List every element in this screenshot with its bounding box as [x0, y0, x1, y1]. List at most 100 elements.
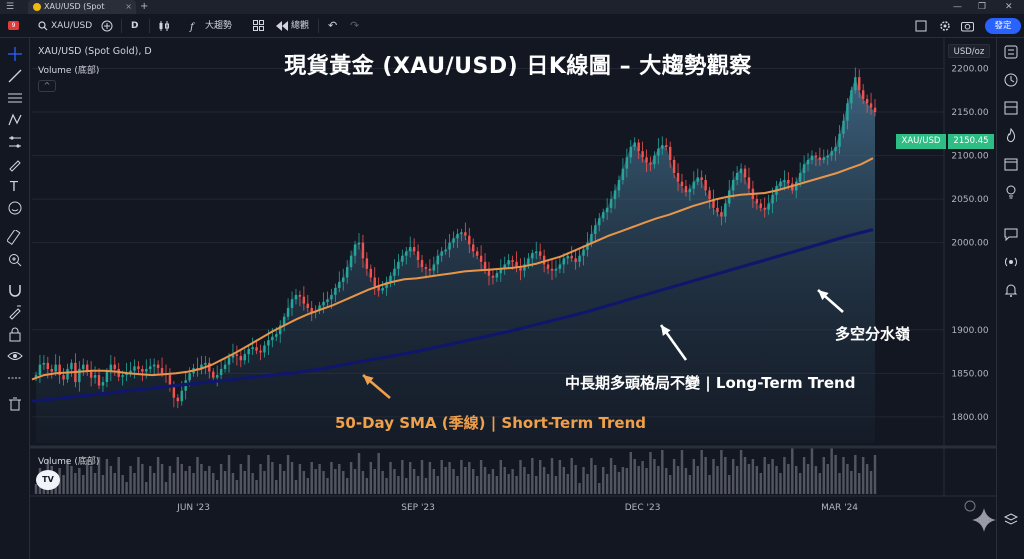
- volume-bar: [318, 464, 321, 494]
- volume-bar: [219, 464, 223, 494]
- indicators-icon[interactable]: ƒ: [189, 20, 201, 32]
- sma50-annotation: 50-Day SMA (季線) | Short-Term Trend: [335, 414, 647, 432]
- volume-bar: [783, 457, 786, 494]
- candle-body: [373, 277, 376, 287]
- chart-title: 現貨黃金 (XAU/USD) 日K線圖 – 大趨勢觀察: [284, 54, 752, 79]
- browser-tab[interactable]: XAU/USD (Spot ×: [28, 0, 136, 14]
- lock-icon[interactable]: [7, 326, 23, 342]
- stay-drawing-icon[interactable]: [7, 304, 23, 320]
- ruler-icon[interactable]: [7, 230, 23, 246]
- volume-bar: [605, 474, 609, 494]
- undo-button[interactable]: ↶: [328, 14, 337, 38]
- tab-close-icon[interactable]: ×: [125, 0, 132, 14]
- zoom-in-icon[interactable]: [7, 252, 23, 268]
- candle-body: [558, 264, 562, 269]
- candle-body: [247, 348, 250, 355]
- candle-body: [89, 371, 93, 378]
- hotlist-flame-icon[interactable]: [1003, 128, 1019, 144]
- volume-bar: [440, 460, 443, 494]
- data-window-icon[interactable]: [1003, 100, 1019, 116]
- volume-bar: [78, 468, 81, 494]
- volume-pane-legend[interactable]: Volume (底部): [38, 454, 99, 467]
- volume-bar: [278, 464, 282, 494]
- candle-body: [215, 375, 219, 378]
- candles-icon[interactable]: [158, 20, 170, 32]
- new-tab-button[interactable]: +: [140, 0, 148, 14]
- layout-grid-icon[interactable]: [253, 20, 264, 31]
- fullscreen-icon[interactable]: [915, 20, 927, 32]
- prediction-icon[interactable]: [7, 134, 23, 150]
- volume-bar: [574, 465, 577, 494]
- trash-icon[interactable]: [7, 396, 23, 412]
- candle-body: [334, 287, 337, 295]
- notification-bell-icon[interactable]: [1003, 282, 1019, 298]
- candle-body: [243, 354, 246, 361]
- ideas-lightbulb-icon[interactable]: [1003, 184, 1019, 200]
- interval-button[interactable]: D: [131, 14, 138, 38]
- candle-body: [818, 157, 822, 160]
- volume-bar: [263, 471, 266, 494]
- candle-body: [271, 336, 274, 341]
- magnet-icon[interactable]: [7, 282, 23, 298]
- candle-body: [294, 294, 298, 300]
- window-minimize-button[interactable]: —: [953, 0, 962, 14]
- price-unit-label[interactable]: USD/oz: [948, 44, 990, 58]
- screenshot-camera-icon[interactable]: [961, 20, 974, 32]
- volume-bar: [495, 476, 499, 494]
- volume-bar: [586, 474, 589, 494]
- fib-retracement-icon[interactable]: [7, 90, 23, 106]
- volume-bar: [688, 475, 692, 494]
- volume-bar: [436, 476, 439, 494]
- volume-bar: [503, 467, 506, 494]
- redo-button[interactable]: ↷: [350, 14, 359, 38]
- notifications-icon[interactable]: 9: [8, 19, 22, 32]
- search-icon[interactable]: [38, 21, 48, 31]
- trend-line-icon[interactable]: [7, 68, 23, 84]
- broadcast-icon[interactable]: [1003, 254, 1019, 270]
- emoji-icon[interactable]: [7, 200, 23, 216]
- candle-body: [542, 255, 546, 265]
- crosshair-icon[interactable]: [7, 46, 23, 62]
- price-tick-label: 2200.00: [951, 64, 988, 74]
- alerts-clock-icon[interactable]: [1003, 72, 1019, 88]
- volume-bar: [381, 471, 384, 494]
- volume-bar: [271, 462, 274, 494]
- candle-body: [629, 146, 633, 158]
- replay-button[interactable]: 總觀: [291, 14, 309, 38]
- calendar-icon[interactable]: [1003, 156, 1019, 172]
- window-maximize-button[interactable]: ❐: [978, 0, 986, 14]
- chart-pane[interactable]: 2200.00 2150.00 2100.00 2050.00 2000.00 1900.…: [30, 38, 996, 559]
- brush-icon[interactable]: [7, 156, 23, 172]
- candle-body: [113, 364, 117, 369]
- symbol-legend[interactable]: XAU/USD (Spot Gold), D: [38, 46, 152, 57]
- tradingview-logo[interactable]: TV: [36, 470, 60, 490]
- volume-legend-top[interactable]: Volume (底部): [38, 63, 99, 76]
- settings-gear-icon[interactable]: [939, 20, 951, 32]
- symbol-search-button[interactable]: XAU/USD: [51, 14, 92, 38]
- replay-icon[interactable]: [276, 21, 288, 31]
- candle-body: [625, 157, 629, 169]
- text-tool-icon[interactable]: T: [7, 178, 23, 194]
- candle-body: [345, 267, 349, 278]
- pattern-icon[interactable]: [7, 112, 23, 128]
- chat-icon[interactable]: [1003, 226, 1019, 242]
- watchlist-icon[interactable]: [1003, 44, 1019, 60]
- candle-body: [692, 181, 696, 189]
- indicators-button[interactable]: 大趨勢: [205, 14, 232, 38]
- publish-button[interactable]: 發定: [985, 18, 1021, 34]
- candle-body: [621, 168, 625, 180]
- compare-add-icon[interactable]: [101, 20, 113, 32]
- eye-icon[interactable]: [7, 348, 23, 364]
- gold-favicon-icon: [33, 3, 41, 11]
- hide-drawings-icon[interactable]: [7, 370, 23, 386]
- layers-icon[interactable]: [1003, 512, 1019, 528]
- price-chart[interactable]: 2200.00 2150.00 2100.00 2050.00 2000.00 1900.…: [30, 38, 996, 559]
- volume-bar: [74, 473, 77, 494]
- menu-icon[interactable]: ☰: [6, 0, 14, 14]
- volume-bar: [507, 474, 510, 494]
- candle-body: [326, 299, 329, 302]
- candle-body: [491, 275, 495, 278]
- window-close-button[interactable]: ✕: [1005, 0, 1013, 14]
- candle-body: [223, 364, 227, 369]
- collapse-legend-button[interactable]: ^: [38, 80, 56, 92]
